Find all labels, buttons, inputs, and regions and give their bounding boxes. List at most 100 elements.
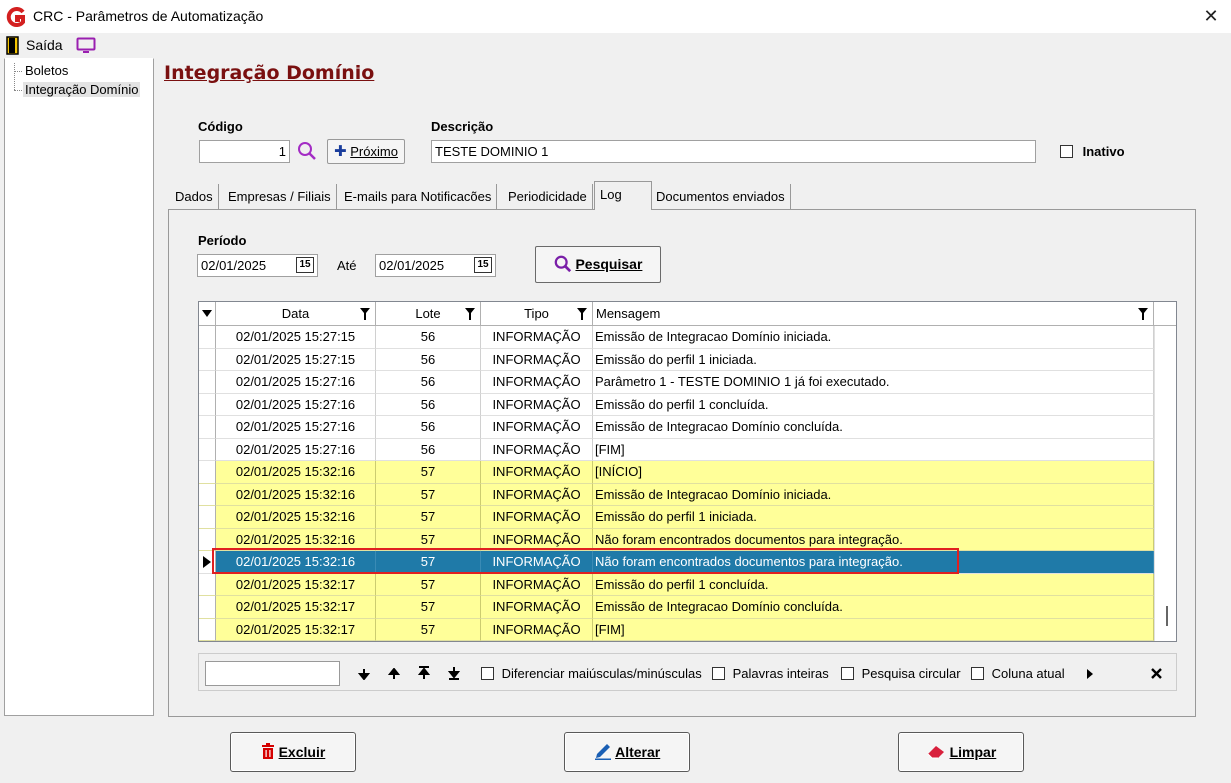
excluir-button[interactable]: Excluir <box>230 732 356 772</box>
cell-data[interactable]: 02/01/2025 15:27:16 <box>216 416 376 439</box>
cell-lote[interactable]: 57 <box>376 551 481 574</box>
column-header-mensagem[interactable]: Mensagem <box>593 302 1154 326</box>
cell-tipo[interactable]: INFORMAÇÃO <box>481 348 593 371</box>
row-indicator[interactable] <box>199 618 216 641</box>
current-column-checkbox[interactable] <box>971 667 984 680</box>
cell-lote[interactable]: 57 <box>376 596 481 619</box>
cell-data[interactable]: 02/01/2025 15:27:16 <box>216 438 376 461</box>
table-row[interactable]: 02/01/2025 15:27:15 56 INFORMAÇÃO Emissão d… <box>199 348 1154 371</box>
cell-tipo[interactable]: INFORMAÇÃO <box>481 573 593 596</box>
cell-lote[interactable]: 56 <box>376 416 481 439</box>
cell-data[interactable]: 02/01/2025 15:32:17 <box>216 573 376 596</box>
table-row[interactable]: 02/01/2025 15:32:16 57 INFORMAÇÃO Não foram… <box>199 528 1154 551</box>
tab-periodicidade[interactable]: Periodicidade <box>503 184 593 210</box>
cell-data[interactable]: 02/01/2025 15:27:16 <box>216 371 376 394</box>
exit-door-icon[interactable] <box>6 36 20 55</box>
vertical-scrollbar[interactable] <box>1154 326 1176 641</box>
row-indicator[interactable] <box>199 371 216 394</box>
cell-mensagem[interactable]: Emissão do perfil 1 concluída. <box>593 393 1154 416</box>
cell-data[interactable]: 02/01/2025 15:32:16 <box>216 551 376 574</box>
cell-lote[interactable]: 56 <box>376 371 481 394</box>
filter-icon[interactable] <box>577 308 587 320</box>
row-indicator[interactable] <box>199 551 216 574</box>
cell-mensagem[interactable]: Não foram encontrados documentos para in… <box>593 551 1154 574</box>
scrollbar-thumb[interactable] <box>1166 606 1168 626</box>
table-row[interactable]: 02/01/2025 15:32:17 57 INFORMAÇÃO Emissão d… <box>199 573 1154 596</box>
current-column-option[interactable]: Coluna atual <box>971 666 1065 681</box>
cell-lote[interactable]: 56 <box>376 326 481 349</box>
cell-lote[interactable]: 57 <box>376 461 481 484</box>
cell-mensagem[interactable]: Emissão do perfil 1 iniciada. <box>593 348 1154 371</box>
cell-data[interactable]: 02/01/2025 15:32:17 <box>216 596 376 619</box>
cell-mensagem[interactable]: Emissão de Integracao Domínio concluída. <box>593 416 1154 439</box>
table-row[interactable]: 02/01/2025 15:27:16 56 INFORMAÇÃO Emissão d… <box>199 416 1154 439</box>
row-indicator[interactable] <box>199 528 216 551</box>
row-indicator[interactable] <box>199 506 216 529</box>
cell-tipo[interactable]: INFORMAÇÃO <box>481 461 593 484</box>
monitor-icon[interactable] <box>76 37 96 55</box>
cell-data[interactable]: 02/01/2025 15:32:16 <box>216 461 376 484</box>
pesquisar-button[interactable]: Pesquisar <box>535 246 661 283</box>
cell-mensagem[interactable]: Emissão do perfil 1 concluída. <box>593 573 1154 596</box>
arrow-last-icon[interactable] <box>448 666 460 680</box>
whole-words-option[interactable]: Palavras inteiras <box>712 666 829 681</box>
cell-tipo[interactable]: INFORMAÇÃO <box>481 483 593 506</box>
chevron-right-icon[interactable] <box>1086 668 1094 680</box>
cell-mensagem[interactable]: Emissão de Integracao Domínio iniciada. <box>593 326 1154 349</box>
cell-tipo[interactable]: INFORMAÇÃO <box>481 551 593 574</box>
cell-data[interactable]: 02/01/2025 15:27:15 <box>216 348 376 371</box>
descricao-field[interactable]: TESTE DOMINIO 1 <box>431 140 1036 163</box>
cell-mensagem[interactable]: Não foram encontrados documentos para in… <box>593 528 1154 551</box>
cell-data[interactable]: 02/01/2025 15:27:15 <box>216 326 376 349</box>
case-sensitive-option[interactable]: Diferenciar maiúsculas/minúsculas <box>481 666 702 681</box>
filter-icon[interactable] <box>1138 308 1148 320</box>
cell-mensagem[interactable]: Parâmetro 1 - TESTE DOMINIO 1 já foi exe… <box>593 371 1154 394</box>
tab-log[interactable]: Log <box>594 181 652 210</box>
cell-tipo[interactable]: INFORMAÇÃO <box>481 506 593 529</box>
arrow-up-icon[interactable] <box>388 668 400 680</box>
tree-item-boletos[interactable]: Boletos <box>23 63 70 78</box>
cell-tipo[interactable]: INFORMAÇÃO <box>481 371 593 394</box>
row-indicator[interactable] <box>199 461 216 484</box>
cell-mensagem[interactable]: Emissão de Integracao Domínio concluída. <box>593 596 1154 619</box>
filter-icon[interactable] <box>465 308 475 320</box>
row-indicator[interactable] <box>199 416 216 439</box>
row-indicator[interactable] <box>199 326 216 349</box>
grid-search-input[interactable] <box>205 661 340 686</box>
cell-lote[interactable]: 57 <box>376 528 481 551</box>
table-row[interactable]: 02/01/2025 15:27:16 56 INFORMAÇÃO Emissão d… <box>199 393 1154 416</box>
cell-tipo[interactable]: INFORMAÇÃO <box>481 438 593 461</box>
whole-words-checkbox[interactable] <box>712 667 725 680</box>
column-header-tipo[interactable]: Tipo <box>481 302 593 326</box>
cell-data[interactable]: 02/01/2025 15:32:16 <box>216 483 376 506</box>
cell-tipo[interactable]: INFORMAÇÃO <box>481 596 593 619</box>
exit-menu-item[interactable]: Saída <box>26 37 63 53</box>
close-icon[interactable] <box>1151 668 1162 679</box>
circular-search-checkbox[interactable] <box>841 667 854 680</box>
table-row[interactable]: 02/01/2025 15:32:17 57 INFORMAÇÃO Emissão d… <box>199 596 1154 619</box>
search-icon[interactable] <box>297 141 317 161</box>
cell-data[interactable]: 02/01/2025 15:27:16 <box>216 393 376 416</box>
cell-lote[interactable]: 57 <box>376 506 481 529</box>
tab-empresas-filiais[interactable]: Empresas / Filiais <box>223 184 337 210</box>
calendar-icon[interactable]: 15 <box>296 257 314 273</box>
cell-tipo[interactable]: INFORMAÇÃO <box>481 393 593 416</box>
cell-data[interactable]: 02/01/2025 15:32:16 <box>216 506 376 529</box>
table-row[interactable]: 02/01/2025 15:32:16 57 INFORMAÇÃO Emissão d… <box>199 483 1154 506</box>
case-sensitive-checkbox[interactable] <box>481 667 494 680</box>
cell-lote[interactable]: 57 <box>376 483 481 506</box>
tree-item-integracao-dominio[interactable]: Integração Domínio <box>23 82 141 97</box>
cell-lote[interactable]: 56 <box>376 438 481 461</box>
cell-mensagem[interactable]: Emissão do perfil 1 iniciada. <box>593 506 1154 529</box>
table-row[interactable]: 02/01/2025 15:27:16 56 INFORMAÇÃO Parâmetro… <box>199 371 1154 394</box>
column-header-data[interactable]: Data <box>216 302 376 326</box>
alterar-button[interactable]: Alterar <box>564 732 690 772</box>
cell-mensagem[interactable]: [FIM] <box>593 618 1154 641</box>
cell-mensagem[interactable]: Emissão de Integracao Domínio iniciada. <box>593 483 1154 506</box>
inativo-checkbox[interactable]: Inativo <box>1060 144 1125 159</box>
tab-emails-notificacoes[interactable]: E-mails para Notificacões <box>339 184 498 210</box>
calendar-icon[interactable]: 15 <box>474 257 492 273</box>
row-indicator[interactable] <box>199 573 216 596</box>
log-grid[interactable]: Data Lote Tipo Mensagem 02/01/2025 15:27… <box>198 301 1177 642</box>
cell-lote[interactable]: 57 <box>376 618 481 641</box>
